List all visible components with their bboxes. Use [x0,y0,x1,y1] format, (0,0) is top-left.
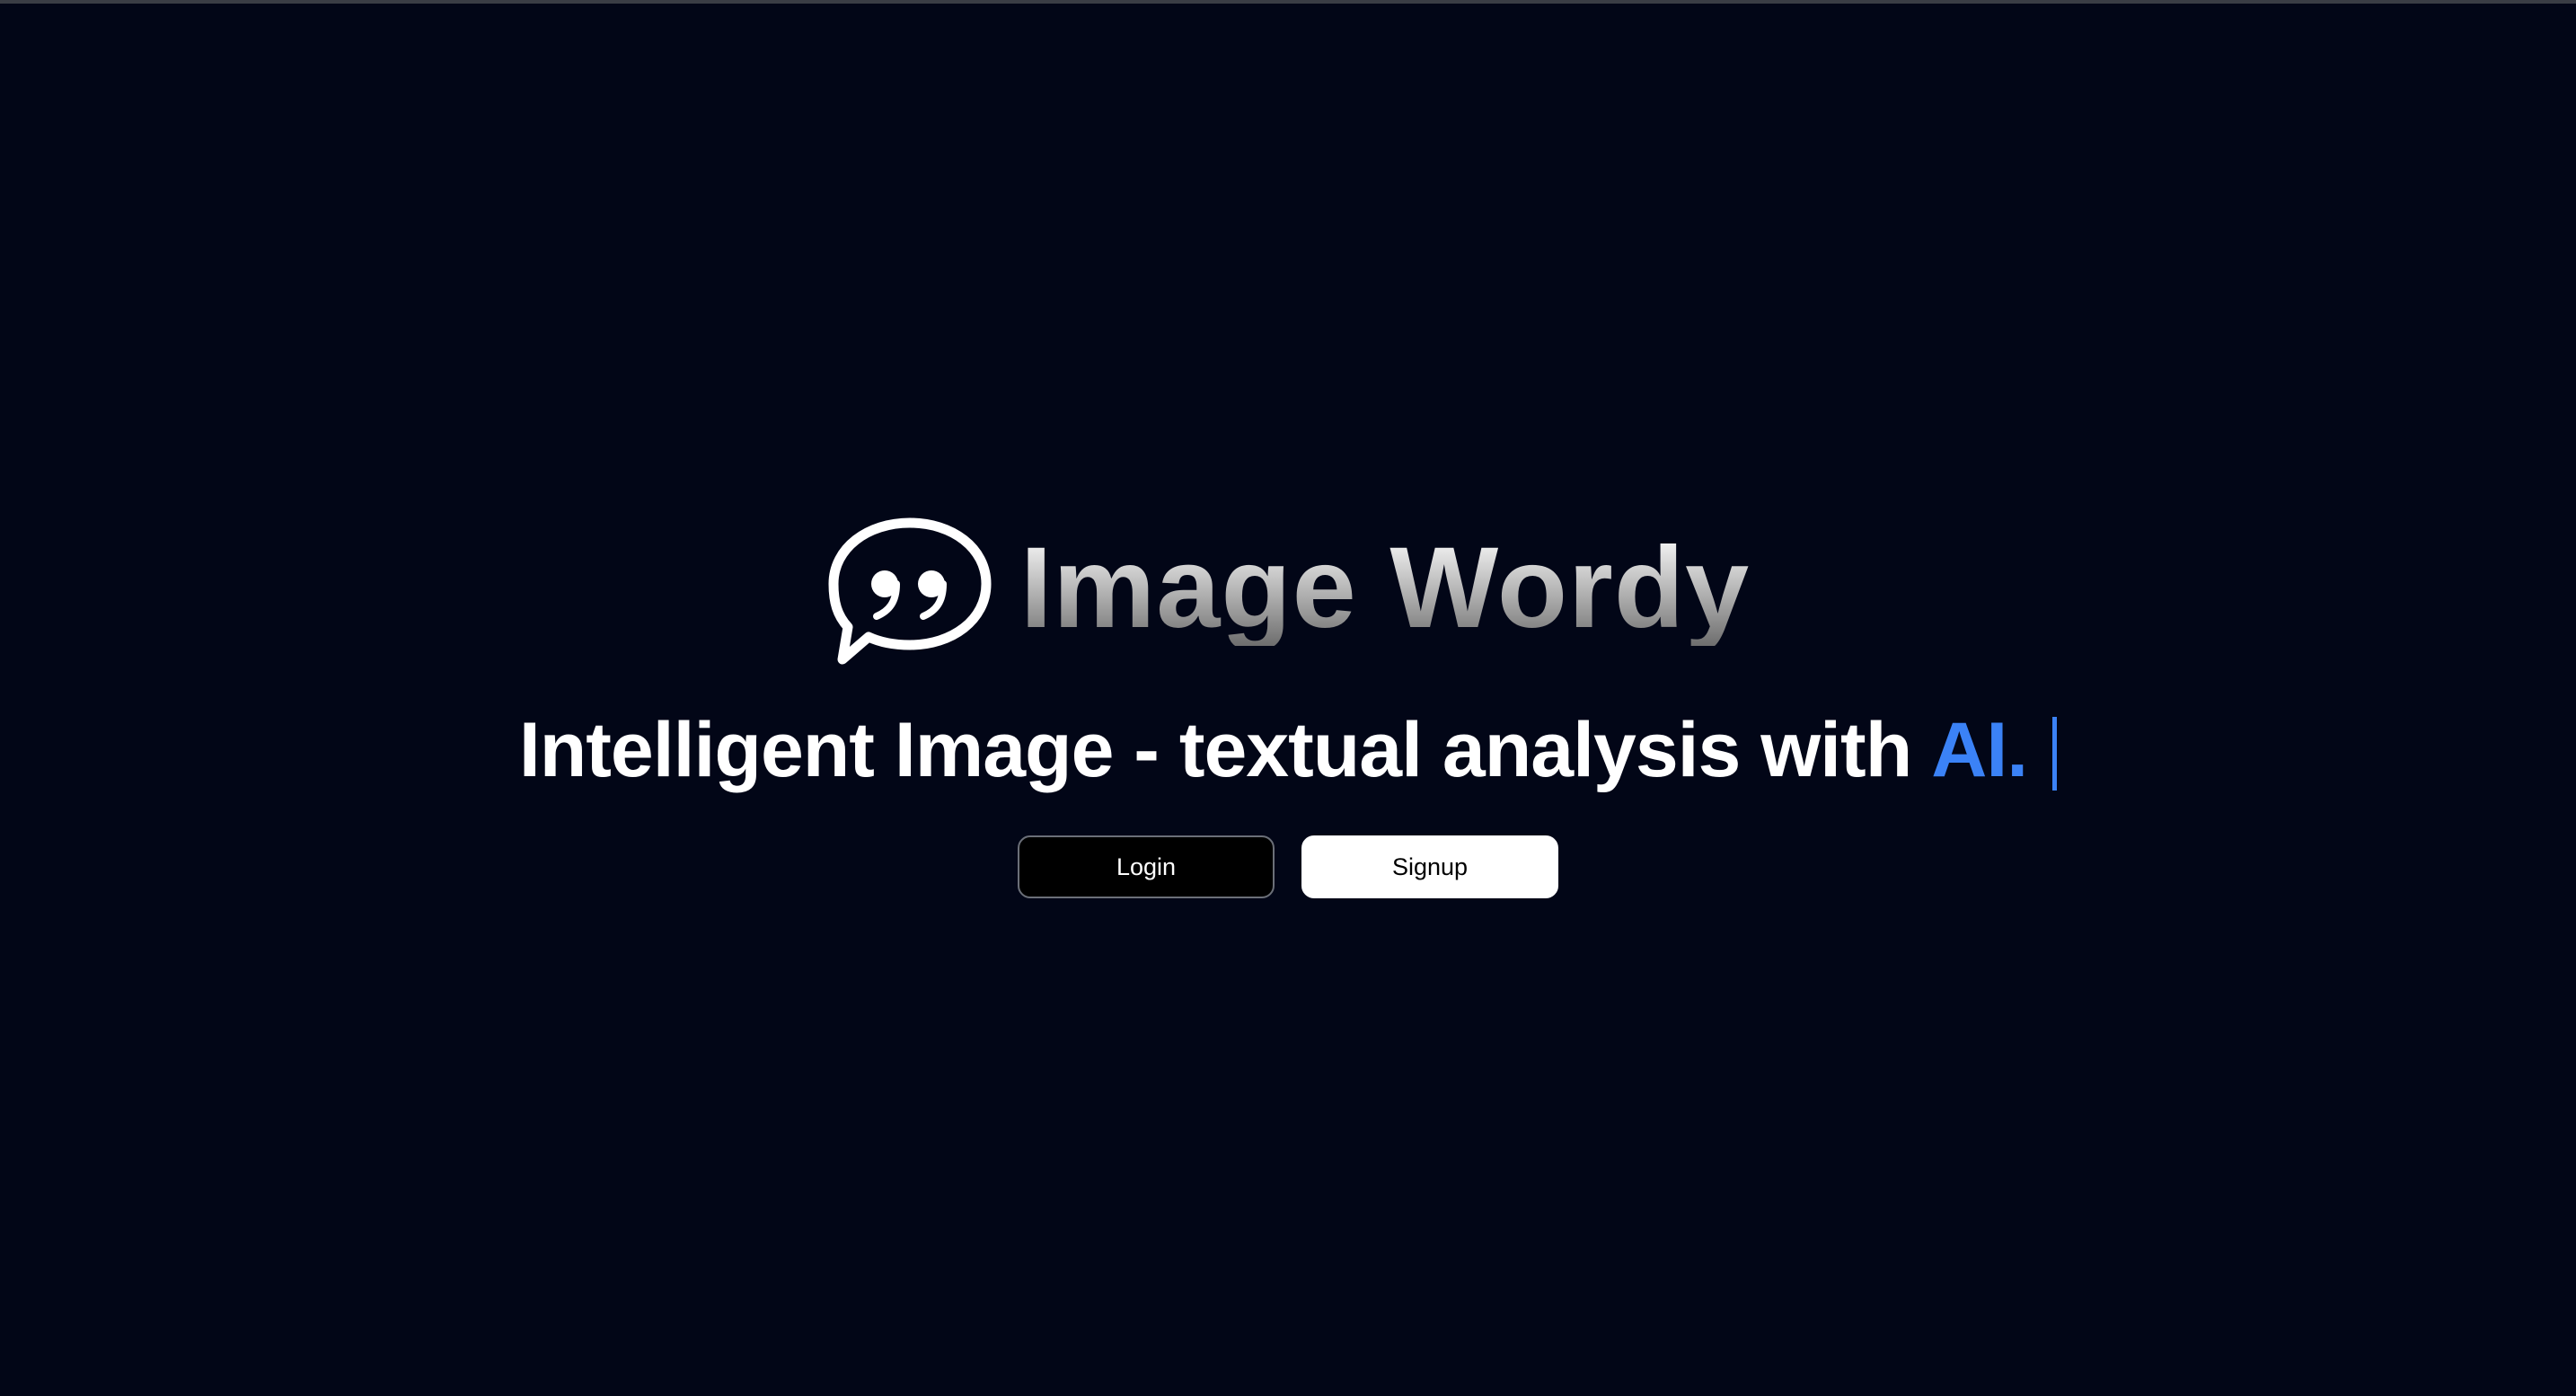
brand-header: Image Wordy [0,512,2576,674]
signup-button[interactable]: Signup [1301,835,1558,898]
tagline-main-text: Intelligent Image - textual analysis wit… [518,706,1912,793]
brand-lockup: Image Wordy [826,516,1750,670]
login-button[interactable]: Login [1018,835,1275,898]
brand-name: Image Wordy [1019,524,1751,652]
tagline-accent-text: AI. [1931,706,2028,793]
hero-tagline: Intelligent Image - textual analysis wit… [0,701,2576,800]
window-top-border [0,0,2576,4]
typing-cursor [2052,717,2058,791]
quote-speech-bubble-icon [828,517,992,665]
auth-actions: Login Signup [0,835,2576,902]
